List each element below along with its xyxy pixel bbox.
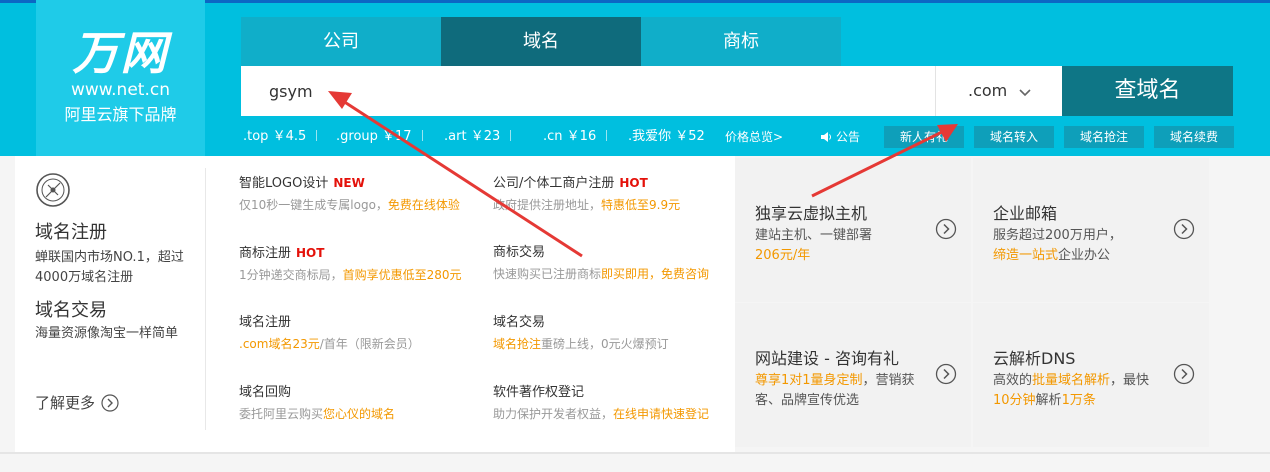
domain-transfer-button[interactable]: 域名转入 <box>974 126 1054 148</box>
promo-website-build[interactable]: 网站建设 - 咨询有礼 尊享1对1量身定制，营销获客、品牌宣传优选 <box>735 303 971 447</box>
domain-register-desc: 蝉联国内市场NO.1，超过4000万域名注册 <box>35 250 184 285</box>
price-item[interactable]: .我爱你 ￥52 <box>628 129 705 145</box>
domain-intro-panel: 域名注册 蝉联国内市场NO.1，超过4000万域名注册 域名交易 海量资源像淘宝… <box>15 156 205 452</box>
tab-trademark[interactable]: 商标 <box>641 17 841 66</box>
learn-more-link[interactable]: 了解更多 <box>35 392 119 413</box>
arrow-circle-icon <box>101 394 119 412</box>
services-panel: 智能LOGO设计 NEW 仅10秒一键生成专属logo，免费在线体验 公司/个体工… <box>205 156 735 452</box>
logo-url: www.net.cn <box>71 80 170 100</box>
arrow-circle-icon <box>1173 363 1195 385</box>
suffix-select[interactable]: .com <box>935 66 1062 116</box>
logo-mark: 万网 <box>72 26 169 80</box>
price-item[interactable]: .top ￥4.5 <box>243 129 318 145</box>
domain-snap-button[interactable]: 域名抢注 <box>1064 126 1144 148</box>
service-trademark-trade[interactable]: 商标交易 快速购买已注册商标即买即用，免费咨询 <box>493 244 743 283</box>
globe-icon <box>36 173 70 207</box>
service-trademark-register[interactable]: 商标注册 HOT 1分钟递交商标局，首购享优惠低至280元 <box>239 244 489 284</box>
domain-register-title: 域名注册 <box>35 222 107 243</box>
service-domain-buyback[interactable]: 域名回购 委托阿里云购买您心仪的域名 <box>239 384 489 423</box>
price-item[interactable]: .art ￥23 <box>444 129 512 145</box>
logo[interactable]: 万网 www.net.cn 阿里云旗下品牌 <box>36 0 205 156</box>
promo-cloud-dns[interactable]: 云解析DNS 高效的批量域名解析，最快10分钟解析1万条 <box>973 303 1209 447</box>
service-domain-register[interactable]: 域名注册 .com域名23元/首年（限新会员） <box>239 314 489 353</box>
hot-badge: HOT <box>296 246 325 260</box>
promo-enterprise-mail[interactable]: 企业邮箱 服务超过200万用户， 缔造一站式企业办公 <box>973 158 1209 302</box>
bottom-divider <box>0 452 1270 454</box>
notice-link[interactable]: 公告 <box>820 129 860 145</box>
domain-trade-title: 域名交易 <box>35 300 107 321</box>
service-domain-trade[interactable]: 域名交易 域名抢注重磅上线，0元火爆预订 <box>493 314 743 353</box>
hot-badge: HOT <box>619 176 648 190</box>
arrow-circle-icon <box>935 218 957 240</box>
arrow-circle-icon <box>935 363 957 385</box>
service-logo-design[interactable]: 智能LOGO设计 NEW 仅10秒一键生成专属logo，免费在线体验 <box>239 174 489 214</box>
tab-domain[interactable]: 域名 <box>441 17 641 66</box>
domain-trade-desc: 海量资源像淘宝一样简单 <box>35 326 179 341</box>
chevron-down-icon <box>1019 89 1031 97</box>
price-item[interactable]: .cn ￥16 <box>543 129 608 145</box>
price-overview-link[interactable]: 价格总览> <box>725 129 783 145</box>
service-software-copyright[interactable]: 软件著作权登记 助力保护开发者权益，在线申请快速登记 <box>493 384 743 423</box>
domain-renew-button[interactable]: 域名续费 <box>1154 126 1234 148</box>
speaker-icon <box>821 132 831 142</box>
newcomer-gift-button[interactable]: 新人有礼 <box>884 126 964 148</box>
tab-company[interactable]: 公司 <box>241 17 441 66</box>
domain-search-input[interactable] <box>241 66 935 116</box>
suffix-value: .com <box>968 81 1008 100</box>
logo-tagline: 阿里云旗下品牌 <box>64 105 177 124</box>
price-item[interactable]: .group ￥17 <box>336 129 423 145</box>
search-domain-button[interactable]: 查域名 <box>1062 66 1233 116</box>
arrow-circle-icon <box>1173 218 1195 240</box>
new-badge: NEW <box>333 176 365 190</box>
service-company-register[interactable]: 公司/个体工商户注册 HOT 政府提供注册地址，特惠低至9.9元 <box>493 174 743 214</box>
promo-virtual-host[interactable]: 独享云虚拟主机 建站主机、一键部署 206元/年 <box>735 158 971 302</box>
